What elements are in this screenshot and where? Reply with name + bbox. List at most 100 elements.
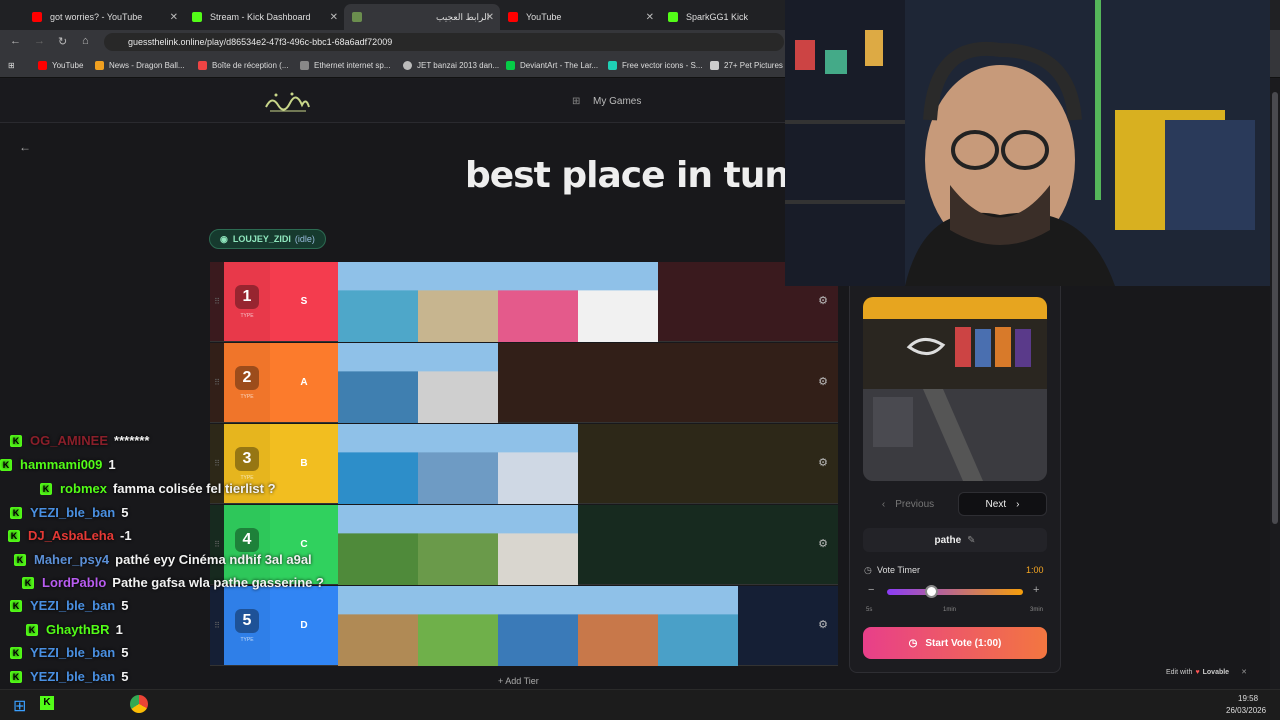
chat-text: famma colisée fel tierlist ? <box>112 481 276 496</box>
bookmark-dragon-ball[interactable]: News - Dragon Ball... <box>95 61 185 70</box>
slider-knob[interactable] <box>925 585 938 598</box>
bookmark-youtube[interactable]: YouTube <box>38 61 83 70</box>
tier-label[interactable]: A <box>270 343 338 422</box>
gear-icon[interactable]: ⚙ <box>818 294 828 307</box>
tier-label[interactable]: S <box>270 262 338 341</box>
chat-username: YEZI_ble_ban <box>30 645 116 660</box>
previous-button[interactable]: ‹ Previous <box>863 492 953 516</box>
edit-with-lovable-badge[interactable]: Edit with ♥ Lovable ✕ <box>1166 665 1247 679</box>
close-icon[interactable]: ✕ <box>646 12 654 23</box>
chat-message: Krobmex famma colisée fel tierlist ? <box>40 481 276 496</box>
close-icon[interactable]: ✕ <box>330 12 338 23</box>
chat-message: K Maher_psy4 pathé eyy Cinéma ndhif 3al a9… <box>14 552 312 567</box>
chat-username: hammami009 <box>20 457 103 472</box>
bookmark-pet-pictures[interactable]: 27+ Pet Pictures <box>710 61 783 70</box>
bookmark-jet-banzai[interactable]: JET banzai 2013 dan... <box>403 61 499 70</box>
minus-icon[interactable]: − <box>868 584 874 596</box>
user-status: (idle) <box>294 234 315 244</box>
chat-message: Khammami009 1 <box>0 457 116 472</box>
back-icon[interactable]: ← <box>10 35 21 47</box>
tier-item-image[interactable] <box>578 262 658 342</box>
gear-icon[interactable]: ⚙ <box>818 618 828 631</box>
site-logo[interactable] <box>262 89 312 115</box>
scrollbar-thumb[interactable] <box>1272 92 1278 524</box>
forward-icon[interactable]: → <box>34 35 45 47</box>
bookmark-label: JET banzai 2013 dan... <box>417 61 500 70</box>
gear-icon[interactable]: ⚙ <box>818 537 828 550</box>
start-vote-button[interactable]: ◷ Start Vote (1:00) <box>863 627 1047 659</box>
drag-handle-icon[interactable]: ⠿ <box>210 262 224 341</box>
tab-label: الرابط العجيب <box>436 11 490 22</box>
tier-row: ⠿ 3 TYPE B ⚙ <box>210 424 838 504</box>
tier-item-image[interactable] <box>338 505 418 585</box>
gear-icon[interactable]: ⚙ <box>818 456 828 469</box>
tier-type: TYPE <box>240 393 254 400</box>
kick-badge-icon: K <box>0 458 12 471</box>
drag-handle-icon[interactable]: ⠿ <box>210 343 224 422</box>
tier-item-image[interactable] <box>418 424 498 504</box>
kick-badge-icon: K <box>26 623 38 636</box>
item-name-field[interactable]: pathe ✎ <box>863 528 1047 552</box>
kick-badge-icon: K <box>8 529 20 542</box>
chat-message: K DJ_AsbaLeha -1 <box>8 528 132 543</box>
bookmark-ethernet[interactable]: Ethernet internet sp... <box>300 61 391 70</box>
tab-sparkgg1-kick[interactable]: SparkGG1 Kick <box>660 4 785 30</box>
tier-item-image[interactable] <box>418 586 498 666</box>
tier-item-image[interactable] <box>498 505 578 585</box>
next-button[interactable]: Next › <box>958 492 1047 516</box>
close-icon[interactable]: ✕ <box>486 12 494 23</box>
tab-guessthelink[interactable]: الرابط العجيب ✕ <box>344 4 500 30</box>
tier-item-image[interactable] <box>658 586 738 666</box>
tier-type: TYPE <box>240 636 254 643</box>
tier-item-image[interactable] <box>418 343 498 423</box>
close-icon[interactable]: ✕ <box>1241 668 1247 676</box>
tier-label[interactable]: D <box>270 586 338 665</box>
tier-item-image[interactable] <box>418 505 498 585</box>
pet-icon <box>710 61 719 70</box>
kick-taskbar-icon[interactable]: K <box>40 696 54 710</box>
tier-item-image[interactable] <box>418 262 498 342</box>
chat-text: 5 <box>121 598 129 613</box>
tier-item-image[interactable] <box>578 586 658 666</box>
tier-item-image[interactable] <box>498 424 578 504</box>
tab-youtube[interactable]: YouTube ✕ <box>500 4 660 30</box>
tier-label[interactable]: C <box>270 505 338 584</box>
tier-item-image[interactable] <box>338 586 418 666</box>
tab-label: YouTube <box>526 12 562 22</box>
close-icon[interactable]: ✕ <box>170 12 178 23</box>
add-tier-button[interactable]: + Add Tier <box>498 676 539 686</box>
bookmark-inbox[interactable]: Boîte de réception (... <box>198 61 289 70</box>
bookmark-label: News - Dragon Ball... <box>109 61 185 70</box>
tier-images <box>338 262 658 342</box>
tier-label[interactable]: B <box>270 424 338 503</box>
tab-label: SparkGG1 Kick <box>686 12 749 22</box>
gear-icon[interactable]: ⚙ <box>818 375 828 388</box>
reload-icon[interactable]: ↻ <box>58 35 67 48</box>
previous-label: Previous <box>895 498 935 510</box>
tab-youtube-got-worries[interactable]: got worries? - YouTube ✕ <box>24 4 184 30</box>
pencil-icon[interactable]: ✎ <box>967 535 975 546</box>
kick-badge-icon: K <box>10 434 22 447</box>
lovable-text: Lovable <box>1202 668 1230 676</box>
vote-timer-slider[interactable] <box>887 589 1023 595</box>
tier-item-image[interactable] <box>498 262 578 342</box>
tier-item-image[interactable] <box>338 424 418 504</box>
drag-handle-icon[interactable]: ⠿ <box>210 505 224 584</box>
tier-item-image[interactable] <box>338 343 418 423</box>
windows-start-icon[interactable]: ⊞ <box>13 696 26 716</box>
drag-handle-icon[interactable]: ⠿ <box>210 586 224 665</box>
my-games-link[interactable]: My Games <box>593 96 641 107</box>
bookmark-deviantart[interactable]: DeviantArt - The Lar... <box>506 61 598 70</box>
bookmark-label: YouTube <box>52 61 84 70</box>
chrome-icon[interactable] <box>130 695 148 713</box>
tab-kick-dashboard[interactable]: Stream - Kick Dashboard ✕ <box>184 4 344 30</box>
tier-item-image[interactable] <box>338 262 418 342</box>
tier-item-image[interactable] <box>498 586 578 666</box>
url-field[interactable]: guessthelink.online/play/d86534e2-47f3-4… <box>104 33 784 51</box>
plus-icon[interactable]: + <box>1033 584 1039 596</box>
bookmark-vector-icons[interactable]: Free vector icons - S... <box>608 61 702 70</box>
home-icon[interactable]: ⌂ <box>82 35 89 47</box>
chat-text: 1 <box>108 457 116 472</box>
apps-icon[interactable]: ⊞ <box>8 61 15 70</box>
back-arrow-icon[interactable]: ← <box>19 140 31 154</box>
